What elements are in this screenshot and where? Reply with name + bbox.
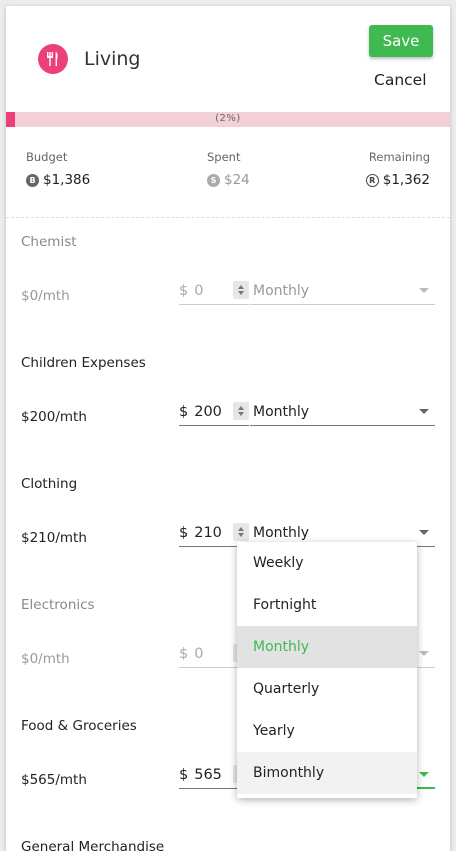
dropdown-option-quarterly[interactable]: Quarterly	[237, 668, 417, 710]
remaining-badge-icon: R	[365, 173, 379, 187]
chevron-down-icon	[419, 288, 429, 293]
per-month-clothing: $210/mth	[21, 530, 87, 546]
amount-input-children-expenses[interactable]: $ 200	[179, 398, 249, 426]
budget-value: B $1,386	[26, 172, 90, 188]
page-title: Living	[84, 48, 141, 70]
spent-badge-icon: S	[207, 173, 220, 187]
category-name-chemist: Chemist	[21, 234, 77, 250]
progress-percent: (2%)	[215, 113, 241, 124]
per-month-food-groceries: $565/mth	[21, 772, 87, 788]
per-month-electronics: $0/mth	[21, 651, 70, 667]
category-name-food-groceries: Food & Groceries	[21, 718, 137, 734]
category-name-children-expenses: Children Expenses	[21, 355, 146, 371]
frequency-select-chemist[interactable]: Monthly	[250, 277, 435, 305]
budget-amount: $1,386	[43, 172, 91, 188]
save-button[interactable]: Save	[369, 25, 433, 57]
dropdown-option-bimonthly[interactable]: Bimonthly	[237, 752, 417, 794]
remaining-label: Remaining	[368, 150, 430, 164]
dropdown-option-weekly[interactable]: Weekly	[237, 542, 417, 584]
spent-label: Spent	[207, 150, 241, 164]
budget-label: Budget	[26, 150, 68, 164]
amount-stepper[interactable]	[233, 402, 249, 420]
fork-knife-icon	[38, 44, 68, 74]
category-name-electronics: Electronics	[21, 597, 95, 613]
amount-input-chemist[interactable]: $ 0	[179, 277, 249, 305]
spent-amount: $24	[224, 172, 250, 188]
category-name-general-merchandise: General Merchandise	[21, 839, 165, 851]
chevron-down-icon	[419, 409, 429, 414]
chevron-down-icon	[419, 651, 429, 656]
amount-stepper[interactable]	[233, 523, 249, 541]
category-name-clothing: Clothing	[21, 476, 78, 492]
amount-stepper[interactable]	[233, 281, 249, 299]
frequency-select-children-expenses[interactable]: Monthly	[250, 398, 435, 426]
dropdown-option-monthly[interactable]: Monthly	[237, 626, 417, 668]
dropdown-option-yearly[interactable]: Yearly	[237, 710, 417, 752]
dropdown-option-fortnight[interactable]: Fortnight	[237, 584, 417, 626]
remaining-value: R $1,362	[365, 172, 430, 188]
chevron-down-icon	[419, 772, 429, 777]
spent-value: S $24	[207, 172, 250, 188]
per-month-children-expenses: $200/mth	[21, 409, 87, 425]
cancel-button[interactable]: Cancel	[374, 71, 427, 89]
chevron-down-icon	[419, 530, 429, 535]
per-month-chemist: $0/mth	[21, 288, 70, 304]
frequency-dropdown-menu: Weekly Fortnight Monthly Quarterly Yearl…	[237, 542, 417, 798]
section-divider	[6, 217, 450, 218]
remaining-amount: $1,362	[382, 172, 430, 188]
budget-progress-bar: (2%)	[6, 112, 450, 127]
budget-badge-icon: B	[26, 173, 39, 187]
